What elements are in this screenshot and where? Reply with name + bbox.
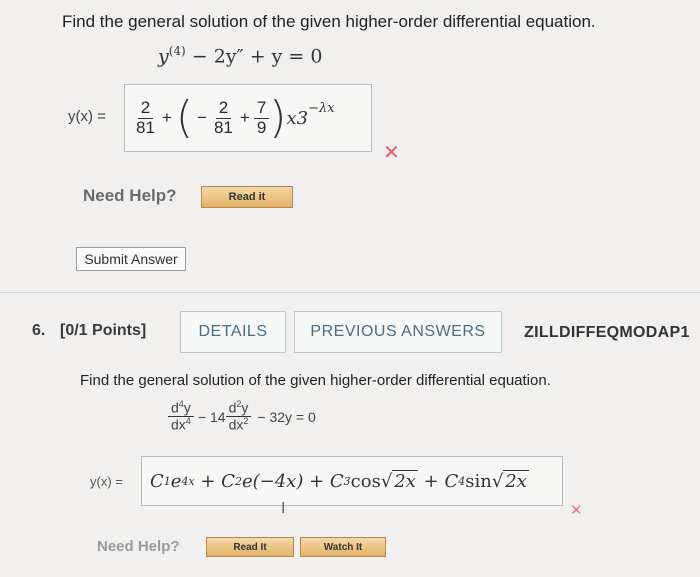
tab-previous-answers[interactable]: PREVIOUS ANSWERS xyxy=(294,311,502,353)
q6-coef: 14 xyxy=(210,408,226,425)
q6-d2-y: y xyxy=(241,399,249,416)
q6-c2: C xyxy=(221,470,235,492)
sqrt-icon: √ xyxy=(380,470,393,492)
sqrt-icon: √ xyxy=(491,470,504,492)
q5-plus2: + xyxy=(239,108,250,127)
q5-frac2-num: 2 xyxy=(215,98,232,119)
q5-frac1: 2 81 xyxy=(133,98,158,137)
q6-d4-dx: dx xyxy=(171,416,186,433)
q5-frac1-den: 81 xyxy=(136,117,155,137)
submit-answer-button[interactable]: Submit Answer xyxy=(76,247,186,271)
q6-c4: C xyxy=(444,470,459,492)
q6-c3: C xyxy=(329,470,344,492)
q5-answer-box[interactable]: 2 81 + ( − 2 81 + 7 9 ) x3 −λx xyxy=(124,84,372,152)
section-divider xyxy=(0,292,700,293)
q6-d4-num: d4y xyxy=(168,399,194,418)
q6-equation: d4y dx4 − 14 d2y dx2 − 32y = 0 xyxy=(168,399,316,433)
q6-answer-lhs: y(x) = xyxy=(90,474,123,489)
q6-sqrt1: 2x xyxy=(392,470,418,492)
q5-plus1: + xyxy=(161,108,172,127)
q6-c2-sub: 2 xyxy=(234,474,242,488)
q5-wrong-icon: ✕ xyxy=(383,140,400,164)
q6-plus2: + xyxy=(303,470,330,492)
q6-number: 6. xyxy=(32,322,46,339)
left-paren: ( xyxy=(175,92,194,143)
q6-sqrt2: 2x xyxy=(503,470,529,492)
q6-c1-sub: 1 xyxy=(163,474,171,488)
q5-frac2-den: 81 xyxy=(213,117,233,137)
q5-tail: x3 xyxy=(286,107,309,129)
q5-frac3-num: 7 xyxy=(253,98,270,119)
q6-e1: e xyxy=(170,470,182,492)
q6-cos: cos xyxy=(350,470,381,492)
q5-need-help-label: Need Help? xyxy=(83,186,177,205)
q6-read-it-button[interactable]: Read It xyxy=(206,537,294,557)
q5-read-it-button[interactable]: Read it xyxy=(201,186,293,208)
q5-eq-y: y xyxy=(158,45,169,68)
q6-plus3: + xyxy=(417,470,445,492)
q6-need-help-label: Need Help? xyxy=(97,538,180,555)
q6-d2-den: dx2 xyxy=(226,416,252,433)
q6-d4-den: dx4 xyxy=(168,416,194,433)
q5-minus: − xyxy=(197,108,207,127)
q6-sin: sin xyxy=(465,470,492,492)
q6-d2-frac: d2y dx2 xyxy=(225,399,252,433)
right-paren: ) xyxy=(269,92,287,143)
q6-e2: e(−4x) xyxy=(241,470,304,492)
q6-watch-it-button[interactable]: Watch It xyxy=(300,537,386,557)
q6-answer-box[interactable]: C 1 e 4x + C 2 e(−4x) + C 3 cos √ 2x + C 4 sin √ 2x xyxy=(141,456,563,506)
q6-d2-densup: 2 xyxy=(243,416,249,427)
q6-c3-sub: 3 xyxy=(343,474,351,488)
q6-c1: C xyxy=(150,470,164,492)
q6-e1-sup: 4x xyxy=(181,474,195,488)
course-code: ZILLDIFFEQMODAP1 xyxy=(524,324,690,341)
q6-d2-dx: dx xyxy=(228,416,244,433)
q5-prompt: Find the general solution of the given h… xyxy=(62,12,596,31)
q5-eq-rest: − 2y″ + y = 0 xyxy=(185,45,323,68)
q6-points: [0/1 Points] xyxy=(60,322,147,339)
q5-frac1-num: 2 xyxy=(137,98,154,119)
q5-frac3: 7 9 xyxy=(253,98,270,137)
q6-c4-sub: 4 xyxy=(458,474,466,488)
q6-plus1: + xyxy=(194,470,222,492)
q5-eq-order: (4) xyxy=(168,44,186,58)
q5-equation: y(4) − 2y″ + y = 0 xyxy=(158,44,322,67)
q5-frac2: 2 81 xyxy=(211,98,236,137)
q5-frac3-den: 9 xyxy=(256,117,267,137)
q6-d4-y: y xyxy=(183,399,191,416)
q6-minus1: − xyxy=(197,408,206,425)
q5-exp: −λx xyxy=(308,100,335,116)
tab-details[interactable]: DETAILS xyxy=(180,311,286,353)
q6-eq-rest: − 32y = 0 xyxy=(257,408,316,425)
q6-d4-frac: d4y dx4 xyxy=(168,399,194,433)
q6-wrong-icon: ✕ xyxy=(570,501,583,519)
q5-answer-lhs: y(x) = xyxy=(68,108,106,125)
q6-d4-d: d xyxy=(171,399,179,416)
q6-d2-num: d2y xyxy=(225,399,252,418)
q6-d4-densup: 4 xyxy=(185,416,191,427)
q6-prompt: Find the general solution of the given h… xyxy=(80,372,551,389)
text-cursor-icon: I xyxy=(281,500,286,517)
